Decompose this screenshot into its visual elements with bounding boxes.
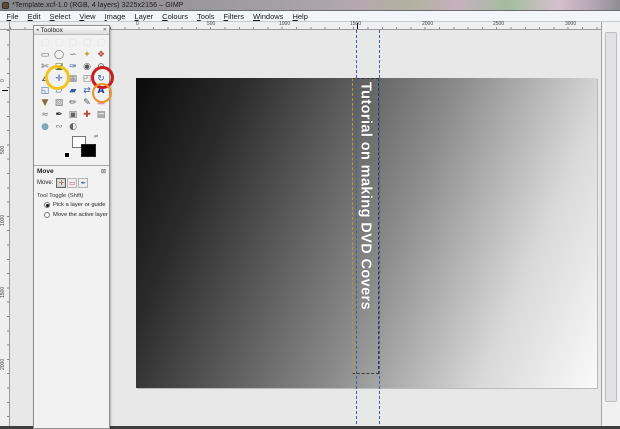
- move-target-selection[interactable]: ▭: [67, 178, 78, 188]
- move-target-path[interactable]: ✒: [78, 178, 89, 188]
- radio-move-active-layer[interactable]: Move the active layer: [34, 210, 109, 220]
- tool-perspective[interactable]: ▰: [66, 85, 80, 97]
- vruler-label: 500: [0, 145, 6, 154]
- reset-colors-icon[interactable]: [64, 152, 70, 158]
- vruler-label: 1000: [0, 214, 6, 226]
- tool-ghost-1: ▢: [40, 38, 50, 48]
- vruler-label: 1500: [0, 286, 6, 298]
- menu-filters[interactable]: Filters: [219, 12, 248, 21]
- radio-icon[interactable]: [44, 212, 50, 218]
- tool-ghost-2: ▢: [54, 38, 64, 48]
- move-target-label: Move:: [37, 180, 54, 186]
- swap-colors-icon[interactable]: ⇄: [94, 134, 98, 140]
- hruler-label: 500: [207, 21, 216, 27]
- menu-view[interactable]: View: [75, 12, 100, 21]
- radio-label: Pick a layer or guide: [53, 202, 106, 208]
- vertical-ruler[interactable]: 0 500 1000 1500 2000: [0, 22, 10, 429]
- menu-tools[interactable]: Tools: [193, 12, 220, 21]
- vertical-scrollbar[interactable]: [601, 22, 620, 429]
- orange-circle-annotation: [92, 83, 112, 103]
- vruler-label: 2000: [0, 358, 6, 370]
- tool-options-panel: Move ⊠ Move: ✛ ▭ ✒ Tool Toggle (Shift) Pic…: [34, 165, 109, 220]
- hruler-label: 2000: [422, 21, 434, 27]
- move-target-row: Move: ✛ ▭ ✒: [34, 176, 109, 190]
- tool-perspective-clone[interactable]: ▤: [94, 109, 108, 121]
- vruler-label: 0: [0, 79, 6, 82]
- tool-ghost-3: ▢: [68, 38, 78, 48]
- yellow-circle-annotation: [45, 65, 70, 90]
- tool-blur-sharpen[interactable]: ●: [38, 121, 52, 133]
- radio-icon[interactable]: [44, 202, 50, 208]
- window-title: *Template.xcf-1.0 (RGB, 4 layers) 3225x2…: [12, 1, 184, 9]
- move-target-layer[interactable]: ✛: [56, 178, 67, 188]
- tool-heal[interactable]: ✚: [80, 109, 94, 121]
- spine-text: Tutorial on making DVD Covers: [357, 82, 374, 311]
- tool-paintbrush[interactable]: ✎: [80, 97, 94, 109]
- guide-right[interactable]: [379, 30, 380, 429]
- tool-toggle-label: Tool Toggle (Shift): [37, 193, 84, 199]
- hruler-label: 1500: [350, 21, 362, 27]
- menu-bar: File Edit Select View Image Layer Colours Tools…: [0, 11, 620, 22]
- tool-options-title: Move: [37, 168, 54, 175]
- tool-smudge[interactable]: ∾: [52, 121, 66, 133]
- toolbox-title-bar[interactable]: ◂ Toolbox ✕: [34, 26, 109, 35]
- tool-rect-select[interactable]: ▭: [38, 49, 52, 61]
- move-target-buttons: ✛ ▭ ✒: [56, 178, 89, 188]
- menu-select[interactable]: Select: [45, 12, 75, 21]
- tool-clone[interactable]: ▣: [66, 109, 80, 121]
- toolbox-close-icon[interactable]: ✕: [103, 27, 107, 33]
- tool-options-close-icon[interactable]: ⊠: [101, 168, 106, 175]
- menu-layer[interactable]: Layer: [130, 12, 158, 21]
- tool-pencil[interactable]: ✏: [66, 97, 80, 109]
- color-area: ⇄: [34, 133, 109, 165]
- tool-dodge-burn[interactable]: ◐: [66, 121, 80, 133]
- radio-pick-layer[interactable]: Pick a layer or guide: [34, 200, 109, 210]
- ruler-corner-box: [0, 22, 10, 30]
- tool-ghost-5: ▢: [96, 38, 106, 48]
- tool-ellipse-select[interactable]: ◯: [52, 49, 66, 61]
- tool-bucket-fill[interactable]: ▼: [38, 97, 52, 109]
- gimp-window: *Template.xcf-1.0 (RGB, 4 layers) 3225x2…: [0, 0, 620, 429]
- radio-label: Move the active layer: [53, 212, 108, 218]
- menu-image[interactable]: Image: [100, 12, 130, 21]
- menu-file[interactable]: File: [2, 12, 23, 21]
- tool-ink[interactable]: ✒: [52, 109, 66, 121]
- tool-options-header: Move ⊠: [34, 166, 109, 176]
- toolbox-title: Toolbox: [40, 26, 63, 34]
- hruler-label: 3000: [565, 21, 577, 27]
- toolbox-menu-icon[interactable]: ◂: [36, 27, 39, 33]
- scrollbar-thumb[interactable]: [605, 32, 617, 402]
- menu-colours[interactable]: Colours: [158, 12, 193, 21]
- tool-ghost-4: ▢: [82, 38, 92, 48]
- ruler-position-marker: [2, 90, 8, 91]
- spine-text-layer: Tutorial on making DVD Covers: [352, 82, 379, 374]
- hruler-label: 1000: [279, 21, 291, 27]
- tool-fuzzy-select[interactable]: ✦: [80, 49, 94, 61]
- tool-blend[interactable]: ▨: [52, 97, 66, 109]
- background-swatch[interactable]: [81, 144, 96, 157]
- gimp-app-icon: [2, 1, 9, 9]
- title-bar[interactable]: *Template.xcf-1.0 (RGB, 4 layers) 3225x2…: [0, 0, 620, 11]
- menu-help[interactable]: Help: [288, 12, 312, 21]
- hruler-label: 0: [136, 21, 139, 27]
- hruler-label: 2500: [493, 21, 505, 27]
- tool-airbrush[interactable]: ≈: [38, 109, 52, 121]
- tool-free-select[interactable]: ∽: [66, 49, 80, 61]
- menu-windows[interactable]: Windows: [248, 12, 287, 21]
- tool-select-by-color[interactable]: ❖: [94, 49, 108, 61]
- menu-edit[interactable]: Edit: [23, 12, 45, 21]
